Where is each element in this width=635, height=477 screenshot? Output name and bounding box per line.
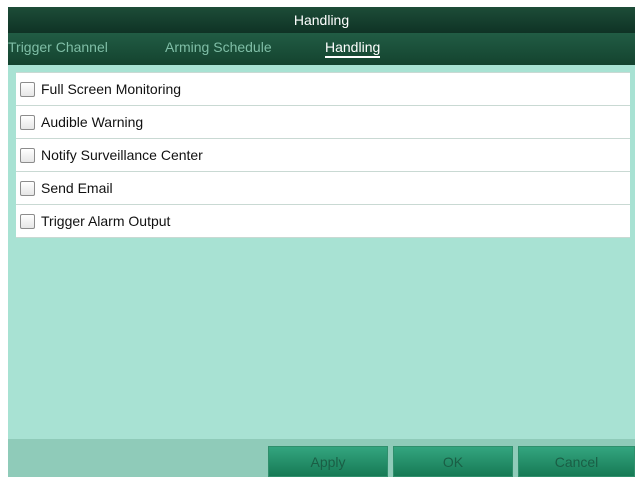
handling-options-list: Full Screen Monitoring Audible Warning N… — [16, 72, 630, 238]
option-notify-surveillance-center[interactable]: Notify Surveillance Center — [16, 139, 630, 172]
option-label: Send Email — [41, 180, 113, 196]
button-bar: Apply OK Cancel — [8, 439, 635, 477]
tab-arming-schedule[interactable]: Arming Schedule — [165, 33, 272, 65]
cancel-button[interactable]: Cancel — [518, 446, 635, 477]
dialog-title: Handling — [8, 7, 635, 33]
option-label: Notify Surveillance Center — [41, 147, 203, 163]
tab-handling[interactable]: Handling — [325, 33, 381, 65]
ok-button[interactable]: OK — [393, 446, 513, 477]
option-send-email[interactable]: Send Email — [16, 172, 630, 205]
option-label: Trigger Alarm Output — [41, 213, 171, 229]
option-label: Full Screen Monitoring — [41, 81, 182, 97]
handling-dialog: Handling Trigger Channel Arming Schedule… — [8, 7, 635, 477]
audible-warning-checkbox[interactable] — [20, 114, 35, 130]
notify-surveillance-center-checkbox[interactable] — [20, 147, 35, 163]
trigger-alarm-output-checkbox[interactable] — [20, 213, 35, 229]
apply-button[interactable]: Apply — [268, 446, 388, 477]
tab-label: Trigger Channel — [8, 39, 108, 55]
send-email-checkbox[interactable] — [20, 180, 35, 196]
option-label: Audible Warning — [41, 114, 144, 130]
tab-trigger-channel[interactable]: Trigger Channel — [8, 33, 108, 65]
option-full-screen-monitoring[interactable]: Full Screen Monitoring — [16, 72, 630, 106]
tab-bar: Trigger Channel Arming Schedule Handling — [8, 33, 635, 65]
option-trigger-alarm-output[interactable]: Trigger Alarm Output — [16, 205, 630, 238]
tab-label: Arming Schedule — [165, 39, 272, 55]
full-screen-monitoring-checkbox[interactable] — [20, 81, 35, 97]
option-audible-warning[interactable]: Audible Warning — [16, 106, 630, 139]
tab-label: Handling — [325, 39, 381, 58]
